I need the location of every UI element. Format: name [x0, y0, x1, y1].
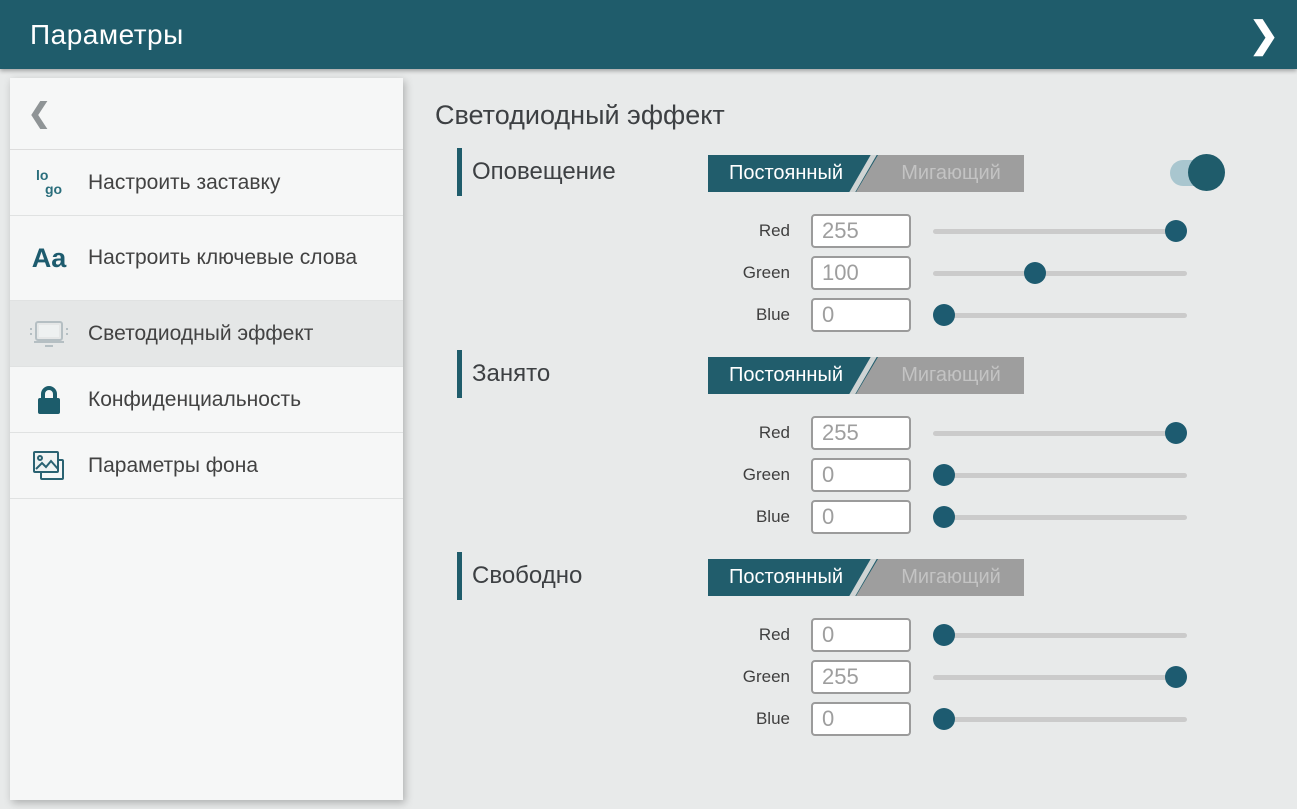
page-title: Параметры: [30, 19, 184, 51]
sidebar: ❮ logo Настроить заставку Aa Настроить к…: [10, 78, 403, 800]
channel-label: Green: [675, 256, 790, 290]
channel-label: Red: [675, 618, 790, 652]
blue-value-input[interactable]: [811, 702, 911, 736]
mode-blinking-button[interactable]: Мигающий: [878, 155, 1024, 192]
section-title: Свободно: [472, 552, 582, 600]
blue-slider[interactable]: [933, 702, 1187, 736]
sidebar-item-label: Конфиденциальность: [88, 387, 317, 413]
slider-thumb[interactable]: [933, 304, 955, 326]
section-accent-bar: [457, 148, 462, 196]
section-notification: Оповещение Постоянный Мигающий Red Green: [435, 148, 1245, 338]
green-value-input[interactable]: [811, 256, 911, 290]
slider-track: [933, 717, 1187, 722]
slider-track: [933, 271, 1187, 276]
lock-icon: [10, 384, 88, 416]
green-value-input[interactable]: [811, 660, 911, 694]
green-value-input[interactable]: [811, 458, 911, 492]
slider-track: [933, 431, 1187, 436]
mode-toggle: Постоянный Мигающий: [708, 155, 1024, 192]
sidebar-item-label: Настроить заставку: [88, 170, 296, 196]
sidebar-item-splash-screen[interactable]: logo Настроить заставку: [10, 150, 403, 216]
slider-track: [933, 633, 1187, 638]
sidebar-item-led-effect[interactable]: Светодиодный эффект: [10, 301, 403, 367]
sidebar-item-privacy[interactable]: Конфиденциальность: [10, 367, 403, 433]
mode-toggle: Постоянный Мигающий: [708, 559, 1024, 596]
channel-label: Green: [675, 660, 790, 694]
section-free: Свободно Постоянный Мигающий Red Green B…: [435, 552, 1245, 742]
sidebar-item-label: Параметры фона: [88, 453, 274, 479]
green-slider[interactable]: [933, 660, 1187, 694]
slider-thumb[interactable]: [1165, 422, 1187, 444]
channel-label: Red: [675, 214, 790, 248]
slider-thumb[interactable]: [1165, 666, 1187, 688]
blue-slider[interactable]: [933, 298, 1187, 332]
green-slider[interactable]: [933, 458, 1187, 492]
led-display-icon: [10, 319, 88, 349]
channel-label: Blue: [675, 500, 790, 534]
red-value-input[interactable]: [811, 214, 911, 248]
chevron-right-icon[interactable]: ❯: [1249, 17, 1279, 53]
blue-slider[interactable]: [933, 500, 1187, 534]
sidebar-item-label: Светодиодный эффект: [88, 321, 329, 347]
sidebar-item-label: Настроить ключевые слова: [88, 245, 373, 271]
mode-toggle: Постоянный Мигающий: [708, 357, 1024, 394]
logo-icon: logo: [10, 169, 88, 196]
app-header: Параметры ❯: [0, 0, 1297, 69]
red-slider[interactable]: [933, 416, 1187, 450]
channel-label: Blue: [675, 298, 790, 332]
slider-thumb[interactable]: [933, 464, 955, 486]
red-value-input[interactable]: [811, 618, 911, 652]
slider-track: [933, 229, 1187, 234]
slider-thumb[interactable]: [933, 506, 955, 528]
chevron-left-icon: ❮: [28, 98, 51, 129]
slider-track: [933, 675, 1187, 680]
text-Aa-icon: Aa: [10, 243, 88, 274]
stacked-images-icon: [10, 449, 88, 483]
blue-value-input[interactable]: [811, 500, 911, 534]
content-title: Светодиодный эффект: [435, 100, 725, 131]
green-slider[interactable]: [933, 256, 1187, 290]
channel-label: Red: [675, 416, 790, 450]
red-value-input[interactable]: [811, 416, 911, 450]
slider-track: [933, 313, 1187, 318]
slider-thumb[interactable]: [933, 708, 955, 730]
switch-knob: [1188, 154, 1225, 191]
slider-thumb[interactable]: [1165, 220, 1187, 242]
back-button[interactable]: ❮: [10, 78, 403, 150]
section-busy: Занято Постоянный Мигающий Red Green Blu…: [435, 350, 1245, 540]
channel-label: Blue: [675, 702, 790, 736]
slider-track: [933, 515, 1187, 520]
section-title: Занято: [472, 350, 550, 398]
red-slider[interactable]: [933, 618, 1187, 652]
slider-thumb[interactable]: [933, 624, 955, 646]
sidebar-item-keywords[interactable]: Aa Настроить ключевые слова: [10, 216, 403, 301]
mode-blinking-button[interactable]: Мигающий: [878, 559, 1024, 596]
blue-value-input[interactable]: [811, 298, 911, 332]
red-slider[interactable]: [933, 214, 1187, 248]
channel-label: Green: [675, 458, 790, 492]
settings-app: Параметры ❯ ❮ logo Настроить заставку Aa…: [0, 0, 1297, 809]
notification-enabled-switch[interactable]: [1170, 154, 1226, 191]
slider-thumb[interactable]: [1024, 262, 1046, 284]
slider-track: [933, 473, 1187, 478]
section-title: Оповещение: [472, 148, 616, 196]
sidebar-item-background[interactable]: Параметры фона: [10, 433, 403, 499]
section-accent-bar: [457, 350, 462, 398]
mode-blinking-button[interactable]: Мигающий: [878, 357, 1024, 394]
section-accent-bar: [457, 552, 462, 600]
